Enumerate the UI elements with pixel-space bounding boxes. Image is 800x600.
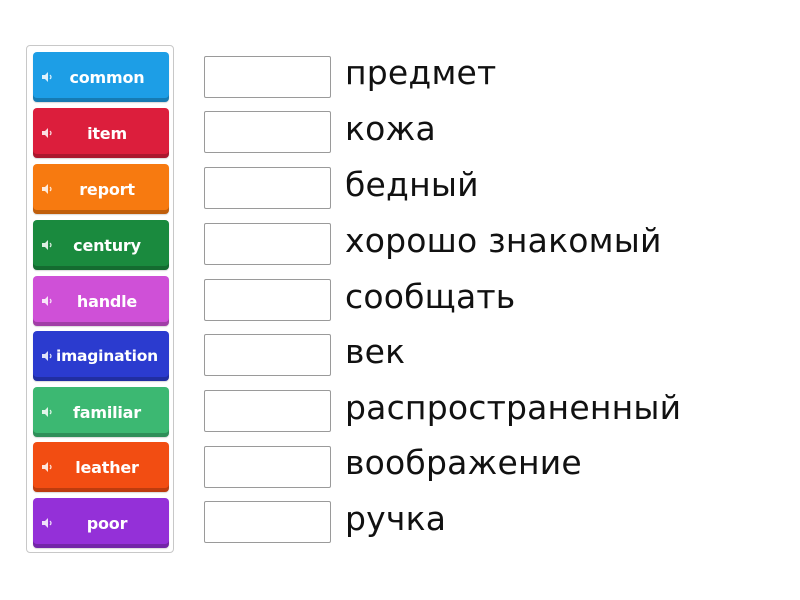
drop-slot[interactable]	[204, 223, 331, 265]
drop-slot[interactable]	[204, 279, 331, 321]
tile-poor[interactable]: poor	[33, 498, 169, 548]
speaker-icon[interactable]	[42, 407, 54, 417]
speaker-icon[interactable]	[42, 518, 54, 528]
drop-slot[interactable]	[204, 167, 331, 209]
definition-text: кожа	[345, 109, 436, 148]
speaker-icon[interactable]	[42, 296, 54, 306]
definition-text: ручка	[345, 499, 447, 538]
tile-common[interactable]: common	[33, 52, 169, 102]
tile-handle[interactable]: handle	[33, 276, 169, 326]
definition-text: век	[345, 332, 406, 371]
definition-text: воображение	[345, 443, 582, 482]
definition-text: бедный	[345, 165, 479, 204]
matching-activity: common item report century handle imagin…	[0, 0, 800, 600]
speaker-icon[interactable]	[42, 351, 54, 361]
drop-slot[interactable]	[204, 390, 331, 432]
tile-leather[interactable]: leather	[33, 442, 169, 492]
tile-bank: common item report century handle imagin…	[26, 45, 174, 553]
tile-imagination[interactable]: imagination	[33, 331, 169, 381]
tile-item[interactable]: item	[33, 108, 169, 158]
drop-slot[interactable]	[204, 501, 331, 543]
speaker-icon[interactable]	[42, 128, 54, 138]
speaker-icon[interactable]	[42, 462, 54, 472]
definition-text: предмет	[345, 53, 497, 92]
definition-text: хорошо знакомый	[345, 221, 662, 260]
speaker-icon[interactable]	[42, 240, 54, 250]
speaker-icon[interactable]	[42, 184, 54, 194]
drop-slot[interactable]	[204, 446, 331, 488]
tile-century[interactable]: century	[33, 220, 169, 270]
tile-report[interactable]: report	[33, 164, 169, 214]
speaker-icon[interactable]	[42, 72, 54, 82]
definition-text: сообщать	[345, 277, 516, 316]
definition-text: распространенный	[345, 388, 682, 427]
drop-slot[interactable]	[204, 111, 331, 153]
drop-slot[interactable]	[204, 334, 331, 376]
tile-familiar[interactable]: familiar	[33, 387, 169, 437]
drop-slot[interactable]	[204, 56, 331, 98]
